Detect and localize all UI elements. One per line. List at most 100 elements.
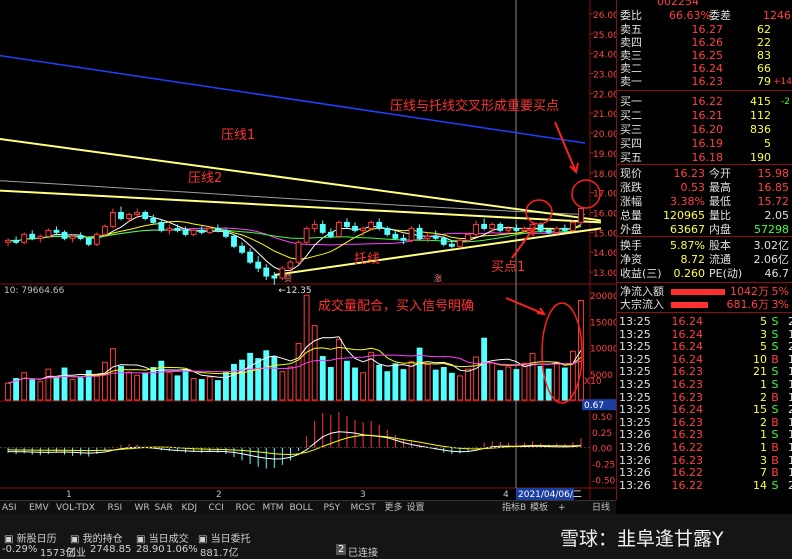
volume-annotation: 成交量配合，买入信号明确 xyxy=(318,299,475,314)
key-point-annotation: 压线与托线交叉形成重要买点 xyxy=(390,99,560,114)
volume-tick-label: 20000 xyxy=(590,292,616,302)
view-tab[interactable]: 模板 xyxy=(528,501,550,515)
view-tab[interactable]: 日线 xyxy=(590,501,612,515)
indicator-tab[interactable]: ASI xyxy=(0,501,19,515)
stat-row: 外盘 63667 内盘 57298 xyxy=(620,223,789,236)
candle-body xyxy=(513,227,520,231)
ask-row: 卖三 16.25 83 xyxy=(620,49,771,62)
volume-bar xyxy=(126,371,132,401)
candle-body xyxy=(53,229,60,233)
date-label: 2021/04/06/二 xyxy=(518,490,582,500)
volume-bar xyxy=(561,367,568,401)
candle-body xyxy=(408,227,415,241)
bottom-menu-item[interactable]: ▣ 我的持仓 xyxy=(70,530,123,545)
view-tab[interactable]: + xyxy=(556,501,568,515)
candle-body xyxy=(319,223,326,233)
tick-row: 13:26 16.22 7 B 1 xyxy=(619,466,792,480)
macd-tick-label: 0.25 xyxy=(592,429,612,439)
indicator-tab[interactable]: RSI xyxy=(106,501,125,515)
candle-body xyxy=(344,221,350,227)
volume-bar xyxy=(344,360,350,401)
bid-row: 买二 16.21 112 xyxy=(620,109,771,122)
bottom-menu-item[interactable]: ▣ 新股日历 xyxy=(4,530,57,545)
volume-bar xyxy=(457,375,463,401)
volume-bar xyxy=(45,368,52,401)
candle-mark: 涨 xyxy=(434,273,442,283)
volume-tick-label: 15000 xyxy=(590,318,616,328)
tick-row: 13:25 16.23 1 S 1 xyxy=(619,378,792,391)
volume-bar xyxy=(101,361,108,401)
volume-bar xyxy=(29,379,36,401)
stock-chart[interactable]: 26.0025.0024.0023.0022.0021.0020.0019.00… xyxy=(0,0,616,500)
volume-panel-label: 10: 79664.66 xyxy=(4,286,65,296)
bottom-menu-item[interactable]: ▣ 当日成交 xyxy=(136,530,189,545)
candle-mark: 赞 xyxy=(284,273,292,283)
volume-bar xyxy=(360,372,367,401)
candle-body xyxy=(247,251,254,263)
arrow-to-buy-point xyxy=(511,226,536,259)
candle-body xyxy=(239,245,245,253)
resistance-line-2-label: 压线2 xyxy=(188,171,223,186)
candle-body xyxy=(311,223,318,229)
volume-bar xyxy=(440,367,447,401)
volume-bar xyxy=(214,380,221,401)
indicator-tab[interactable]: MTM xyxy=(261,501,286,515)
indicator-tab[interactable]: KDJ xyxy=(180,501,200,515)
candle-body xyxy=(384,227,391,235)
volume-bar xyxy=(335,338,342,401)
indicator-tab[interactable]: PSY xyxy=(322,501,343,515)
indicator-tab[interactable]: EMV xyxy=(27,501,51,515)
volume-bar xyxy=(465,368,471,401)
webi-row: 委比 66.63% 委差 1246 xyxy=(620,9,791,22)
volume-bar xyxy=(37,381,44,401)
candle-body xyxy=(190,229,197,235)
candle-body xyxy=(85,237,92,245)
volume-bar xyxy=(481,337,488,401)
quote-panel: 002254 委比 66.63% 委差 1246 卖五 16.27 62 卖四 16.2… xyxy=(617,0,792,529)
indicator-tab[interactable]: ROC xyxy=(234,501,258,515)
macd-tick-label: 0.50 xyxy=(592,413,612,423)
indicator-tab[interactable]: SAR xyxy=(153,501,175,515)
candle-body xyxy=(295,241,302,263)
volume-bar xyxy=(489,362,496,401)
volume-bar xyxy=(239,359,245,401)
min-price-label: ←12.35 xyxy=(278,286,311,296)
volume-bar xyxy=(134,374,141,401)
volume-bar xyxy=(497,370,504,401)
indicator-tab[interactable]: WR xyxy=(133,501,152,515)
candle-body xyxy=(166,227,173,231)
candle-body xyxy=(69,235,76,239)
indicator-tab-bar: ASI EMV VOL-TDX RSI WR SAR KDJ CCI ROC MTM BOLL PSY… xyxy=(0,500,616,515)
macd-dea-line xyxy=(7,434,582,456)
x-marker-label: 2 xyxy=(216,490,222,500)
candle-body xyxy=(521,227,528,231)
candle-body xyxy=(360,227,367,231)
indicator-tab[interactable]: BOLL xyxy=(288,501,315,515)
tick-row: 13:25 16.24 5 S 2 xyxy=(619,340,792,354)
indicator-tab[interactable]: CCI xyxy=(207,501,226,515)
macd-tick-label: -0.25 xyxy=(592,461,615,471)
indicator-tab[interactable]: VOL-TDX xyxy=(54,501,97,515)
volume-bar xyxy=(247,352,254,401)
ask-row: 卖五 16.27 62 xyxy=(620,23,771,36)
candle-body xyxy=(5,239,11,243)
bottom-menu-item[interactable]: ▣ 当日委托 xyxy=(198,530,251,545)
book-divider xyxy=(617,164,792,165)
volume-tick-label: 10000 xyxy=(590,345,616,355)
candle-body xyxy=(489,223,496,229)
indicator-tab[interactable]: 设置 xyxy=(405,501,427,515)
candle-body xyxy=(37,235,44,239)
indicator-tab[interactable]: 更多 xyxy=(383,501,405,515)
trend-line-1 xyxy=(0,138,602,222)
candle-body xyxy=(174,227,181,231)
candle-body xyxy=(368,221,375,229)
book-divider xyxy=(617,236,792,237)
indicator-tab[interactable]: MCST xyxy=(349,501,378,515)
candle-body xyxy=(13,239,20,243)
candle-body xyxy=(263,267,270,277)
view-tab[interactable]: 指标B xyxy=(500,501,528,515)
candle-body xyxy=(352,225,358,231)
bid-row: 买三 16.20 836 xyxy=(620,123,771,136)
volume-bar xyxy=(77,377,84,401)
connection-status: 已连接 xyxy=(348,548,378,559)
